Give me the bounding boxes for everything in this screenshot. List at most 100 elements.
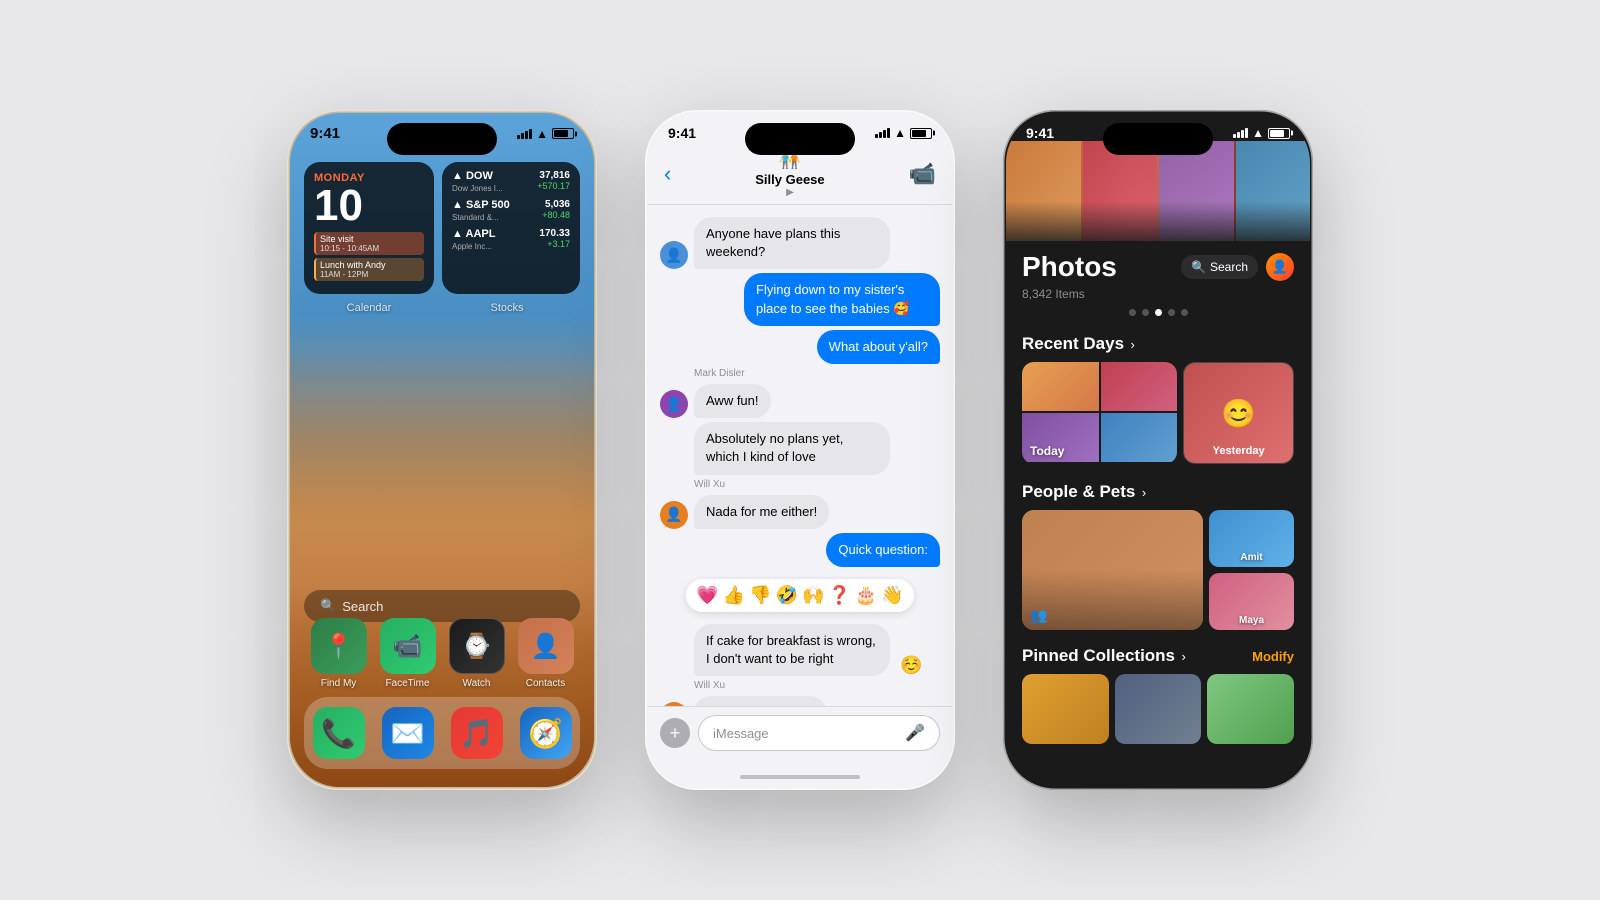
sender-avatar-3: 👤	[660, 501, 688, 529]
sender-name: Mark Disler	[694, 368, 940, 379]
pinned-thumb-1[interactable]	[1022, 674, 1109, 744]
findmy-icon-bg: 📍	[311, 618, 367, 674]
video-call-button[interactable]: 📹	[909, 161, 936, 187]
app-grid: 📍 Find My 📹 FaceTime ⌚	[290, 618, 594, 697]
today-photo-2	[1101, 362, 1178, 411]
battery-icon-2	[910, 128, 932, 139]
chat-title-area[interactable]: 🧑‍🤝‍🧑 Silly Geese ▶	[755, 149, 824, 198]
photos-search-button[interactable]: 🔍 Search	[1181, 255, 1258, 279]
tapback-thumbsup[interactable]: 👍	[723, 585, 745, 606]
people-pets-arrow[interactable]: ›	[1142, 485, 1146, 500]
imessage-placeholder: iMessage	[713, 726, 769, 741]
view-dot-4[interactable]	[1181, 309, 1188, 316]
message-bubble-3: Absolutely no plans yet, which I kind of…	[694, 422, 890, 474]
search-icon-photos: 🔍	[1191, 260, 1206, 274]
photo-strip-thumbnails	[1006, 141, 1310, 241]
app-contacts[interactable]: 👤 Contacts	[518, 618, 574, 689]
pinned-collections-header: Pinned Collections › Modify	[1006, 640, 1310, 674]
calendar-widget[interactable]: MONDAY 10 Site visit 10:15 - 10:45AM Lun…	[304, 162, 434, 294]
phone-messages: 9:41 ▲ ‹	[645, 110, 955, 790]
group-sub: ▶	[755, 187, 824, 198]
messages-screen: 9:41 ▲ ‹	[648, 113, 952, 787]
recent-days-grid: Today 😊 Yesterday	[1006, 362, 1310, 476]
pinned-thumb-2[interactable]	[1115, 674, 1202, 744]
widgets-labels: Calendar Stocks	[290, 302, 594, 314]
battery-icon	[552, 128, 574, 139]
message-bubble-out: Flying down to my sister's place to see …	[744, 273, 940, 325]
messages-status-icons: ▲	[875, 126, 932, 140]
person-cards-col: Amit Maya	[1209, 510, 1294, 630]
yesterday-label: Yesterday	[1184, 445, 1293, 457]
contacts-icon-symbol: 👤	[531, 632, 561, 661]
pinned-arrow[interactable]: ›	[1181, 649, 1185, 664]
tapback-container: 💗 👍 👎 🤣 🙌 ❓ 🎂 👋	[660, 575, 940, 616]
pinned-thumb-3[interactable]	[1207, 674, 1294, 744]
tapback-cake[interactable]: 🎂	[855, 585, 877, 606]
stocks-widget[interactable]: ▲ DOW Dow Jones I... 37,816 +570.17 ▲ S&…	[442, 162, 580, 294]
message-row-6: 👤 Haha I second that 🙌	[660, 696, 940, 706]
recent-days-title: Recent Days	[1022, 334, 1124, 353]
cake-reaction: ☺️	[900, 655, 922, 676]
back-button[interactable]: ‹	[664, 161, 671, 187]
photos-profile-button[interactable]: 👤	[1266, 253, 1294, 281]
message-bubble-4: Nada for me either!	[694, 495, 829, 529]
attach-button[interactable]: +	[660, 718, 690, 748]
watch-icon-symbol: ⌚	[462, 632, 492, 661]
photos-screen: 9:41 ▲	[1006, 113, 1310, 787]
signal-icon-3	[1233, 128, 1248, 138]
tapback-haha[interactable]: 🤣	[776, 585, 798, 606]
view-dot-3[interactable]	[1168, 309, 1175, 316]
homescreen: 9:41 ▲	[290, 113, 594, 787]
dynamic-island	[387, 123, 497, 155]
messages-time: 9:41	[668, 125, 696, 141]
modify-button[interactable]: Modify	[1252, 649, 1294, 664]
tapback-clap[interactable]: 🙌	[802, 585, 824, 606]
group-name: Silly Geese	[755, 172, 824, 187]
widgets-row: MONDAY 10 Site visit 10:15 - 10:45AM Lun…	[290, 150, 594, 302]
facetime-icon-symbol: 📹	[393, 632, 423, 661]
dock-safari[interactable]: 🧭	[520, 707, 572, 759]
message-bubble-6: Haha I second that	[694, 696, 827, 706]
calendar-event-2: Lunch with Andy 11AM - 12PM	[314, 258, 424, 281]
wifi-icon: ▲	[536, 127, 548, 141]
dock-phone[interactable]: 📞	[313, 707, 365, 759]
app-watch[interactable]: ⌚ Watch	[449, 618, 505, 689]
view-dot-active[interactable]	[1155, 309, 1162, 316]
amit-name: Amit	[1209, 552, 1294, 563]
message-bubble: Anyone have plans this weekend?	[694, 217, 890, 269]
app-find-my[interactable]: 📍 Find My	[311, 618, 367, 689]
photos-status-icons: ▲	[1233, 126, 1290, 140]
app-facetime[interactable]: 📹 FaceTime	[380, 618, 436, 689]
message-bubble-2: Aww fun!	[694, 384, 771, 418]
tapback-thumbsdown[interactable]: 👎	[749, 585, 771, 606]
status-time: 9:41	[310, 125, 340, 142]
dock-music[interactable]: 🎵	[451, 707, 503, 759]
battery-icon-3	[1268, 128, 1290, 139]
view-dot-2[interactable]	[1142, 309, 1149, 316]
calendar-event-1: Site visit 10:15 - 10:45AM	[314, 232, 424, 255]
people-pets-header: People & Pets ›	[1006, 476, 1310, 510]
maya-name: Maya	[1209, 615, 1294, 626]
maya-card[interactable]: Maya	[1209, 573, 1294, 630]
tapback-heart[interactable]: 💗	[696, 585, 718, 606]
recent-days-arrow[interactable]: ›	[1131, 337, 1135, 352]
message-row-4: 👤 Nada for me either!	[660, 495, 940, 529]
dock-mail[interactable]: ✉️	[382, 707, 434, 759]
safari-icon: 🧭	[528, 717, 563, 750]
recent-days-header: Recent Days ›	[1006, 328, 1310, 362]
amit-card[interactable]: Amit	[1209, 510, 1294, 567]
yesterday-card[interactable]: 😊 Yesterday	[1183, 362, 1294, 464]
dynamic-island-2	[745, 123, 855, 155]
people-grid: 👥 Amit Maya	[1006, 510, 1310, 630]
calendar-events: Site visit 10:15 - 10:45AM Lunch with An…	[314, 232, 424, 281]
tapback-question[interactable]: ❓	[828, 585, 850, 606]
stock-dow: ▲ DOW Dow Jones I... 37,816 +570.17	[452, 170, 570, 193]
people-main-card[interactable]: 👥	[1022, 510, 1203, 630]
today-card[interactable]: Today	[1022, 362, 1177, 464]
message-input[interactable]: iMessage 🎤	[698, 715, 940, 751]
view-dot-1[interactable]	[1129, 309, 1136, 316]
sender-avatar-2: 👤	[660, 390, 688, 418]
tapback-wave[interactable]: 👋	[881, 585, 903, 606]
sender-name-2: Will Xu	[694, 479, 940, 490]
phone-icon: 📞	[321, 717, 356, 750]
